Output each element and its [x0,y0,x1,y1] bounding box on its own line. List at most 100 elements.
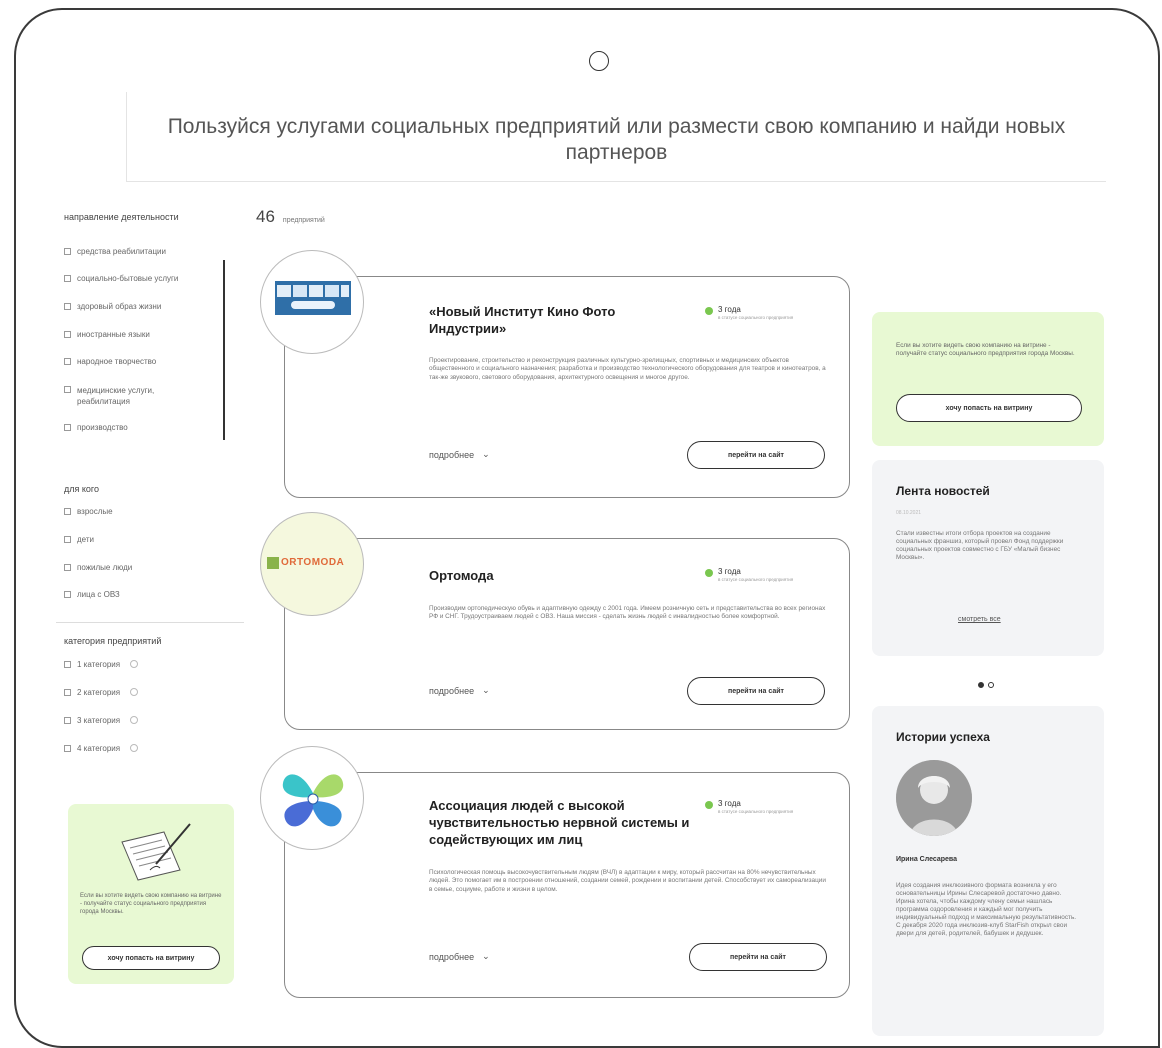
status-dot-icon [705,801,713,809]
status-years: 3 года [718,567,741,576]
hero-text: Пользуйся услугами социальных предприяти… [167,115,1066,164]
success-stories: Истории успеха Ирина Слесарева Идея созд… [872,706,1104,1036]
filter-audience-title: для кого [64,484,100,494]
company-logo-image [275,281,351,315]
promo-box-right: Если вы хотите видеть свою компанию на в… [872,312,1104,446]
results-count: 46 предприятий [256,207,325,227]
checkbox[interactable] [64,591,71,598]
divider [56,622,244,623]
status-badge: 3 года в статусе социального предприятия [705,799,793,814]
checkbox[interactable] [64,717,71,724]
company-description: Психологическая помощь высокочувствитель… [429,869,826,893]
filter-activity-item[interactable]: социально-бытовые услуги [64,274,178,283]
checkbox[interactable] [64,275,71,282]
checkbox[interactable] [64,564,71,571]
person-photo-icon [896,760,972,836]
more-link[interactable]: подробнее ⌄ [429,685,490,696]
filter-audience-item[interactable]: лица с ОВЗ [64,590,120,599]
news-pager [978,682,994,688]
help-icon[interactable] [130,688,139,696]
results-label: предприятий [282,217,325,224]
filter-activity-title: направление деятельности [64,212,179,222]
chevron-down-icon: ⌄ [482,685,490,695]
checkbox[interactable] [64,661,71,668]
filter-category-item[interactable]: 1 категория [64,660,139,669]
news-feed: Лента новостей 08.10.2021 Стали известны… [872,460,1104,656]
promo-text: Если вы хотите видеть свою компанию на в… [896,342,1075,357]
go-to-site-button[interactable]: перейти на сайт [687,677,825,705]
more-link[interactable]: подробнее ⌄ [429,951,490,962]
status-sub: в статусе социального предприятия [718,315,794,320]
checkbox[interactable] [64,358,71,365]
filter-audience-item[interactable]: дети [64,535,94,544]
help-icon[interactable] [130,716,139,724]
status-years: 3 года [718,799,741,808]
status-dot-icon [705,307,713,315]
news-date: 08.10.2021 [896,510,922,516]
checkbox[interactable] [64,331,71,338]
help-icon[interactable] [130,660,139,668]
go-to-site-button[interactable]: перейти на сайт [687,441,825,469]
status-years: 3 года [718,305,741,314]
status-sub: в статусе социального предприятия [718,577,794,582]
filter-category-item[interactable]: 4 категория [64,744,139,753]
checkbox[interactable] [64,745,71,752]
filter-scrollbar[interactable] [223,260,225,440]
promo-button[interactable]: хочу попасть на витрину [82,946,220,970]
company-description: Проектирование, строительство и реконстр… [429,357,826,381]
company-card: Ортомода 3 года в статусе социального пре… [284,538,850,730]
filter-category-item[interactable]: 3 категория [64,716,139,725]
pager-dot-active[interactable] [978,682,984,688]
chevron-down-icon: ⌄ [482,951,490,961]
company-card: «Новый Институт Кино Фото Индустрии» 3 г… [284,276,850,498]
company-card: Ассоциация людей с высокой чувствительно… [284,772,850,998]
checkbox[interactable] [64,386,71,393]
story-name: Ирина Слесарева [896,856,958,863]
checkbox[interactable] [64,689,71,696]
checkbox[interactable] [64,424,71,431]
filter-audience-item[interactable]: пожилые люди [64,563,132,572]
news-see-all-link[interactable]: смотреть все [958,616,1001,623]
filter-activity-item[interactable]: народное творчество [64,357,156,366]
avatar [896,760,972,836]
status-badge: 3 года в статусе социального предприятия [705,567,793,582]
company-logo-text: ORTOMODA [281,557,345,568]
news-title: Лента новостей [896,484,990,498]
pager-dot[interactable] [988,682,994,688]
filter-activity-item[interactable]: средства реабилитации [64,247,166,256]
news-text[interactable]: Стали известны итоги отбора проектов на … [896,530,1076,562]
camera-icon [589,51,609,71]
company-logo: ORTOMODA [260,512,364,616]
go-to-site-button[interactable]: перейти на сайт [689,943,827,971]
promo-button[interactable]: хочу попасть на витрину [896,394,1082,422]
promo-text: Если вы хотите видеть свою компанию на в… [80,893,222,915]
checkbox[interactable] [64,248,71,255]
filter-activity-item[interactable]: производство [64,423,128,432]
company-title: «Новый Институт Кино Фото Индустрии» [429,304,616,336]
company-logo [260,746,364,850]
chevron-down-icon: ⌄ [482,449,490,459]
status-badge: 3 года в статусе социального предприятия [705,305,793,320]
results-number: 46 [256,207,275,226]
hero-banner: Пользуйся услугами социальных предприяти… [126,92,1106,182]
status-dot-icon [705,569,713,577]
company-title: Ортомода [429,568,494,583]
checkbox[interactable] [64,508,71,515]
device-frame: Пользуйся услугами социальных предприяти… [14,8,1160,1048]
help-icon[interactable] [130,744,139,752]
filter-audience-item[interactable]: взрослые [64,507,113,516]
stories-title: Истории успеха [896,730,990,744]
filter-activity-item[interactable]: иностранные языки [64,330,150,339]
checkbox[interactable] [64,303,71,310]
filter-activity-item[interactable]: здоровый образ жизни [64,302,161,311]
more-link[interactable]: подробнее ⌄ [429,449,490,460]
filter-activity-item[interactable]: медицинские услуги, реабилитация [64,385,194,407]
status-sub: в статусе социального предприятия [718,809,794,814]
checkbox[interactable] [64,536,71,543]
promo-box-left: Если вы хотите видеть свою компанию на в… [68,804,234,984]
filter-category-title: категория предприятий [64,636,162,646]
document-signing-icon [121,823,191,881]
shell-logo-icon [282,774,344,827]
filter-category-item[interactable]: 2 категория [64,688,139,697]
company-logo [260,250,364,354]
